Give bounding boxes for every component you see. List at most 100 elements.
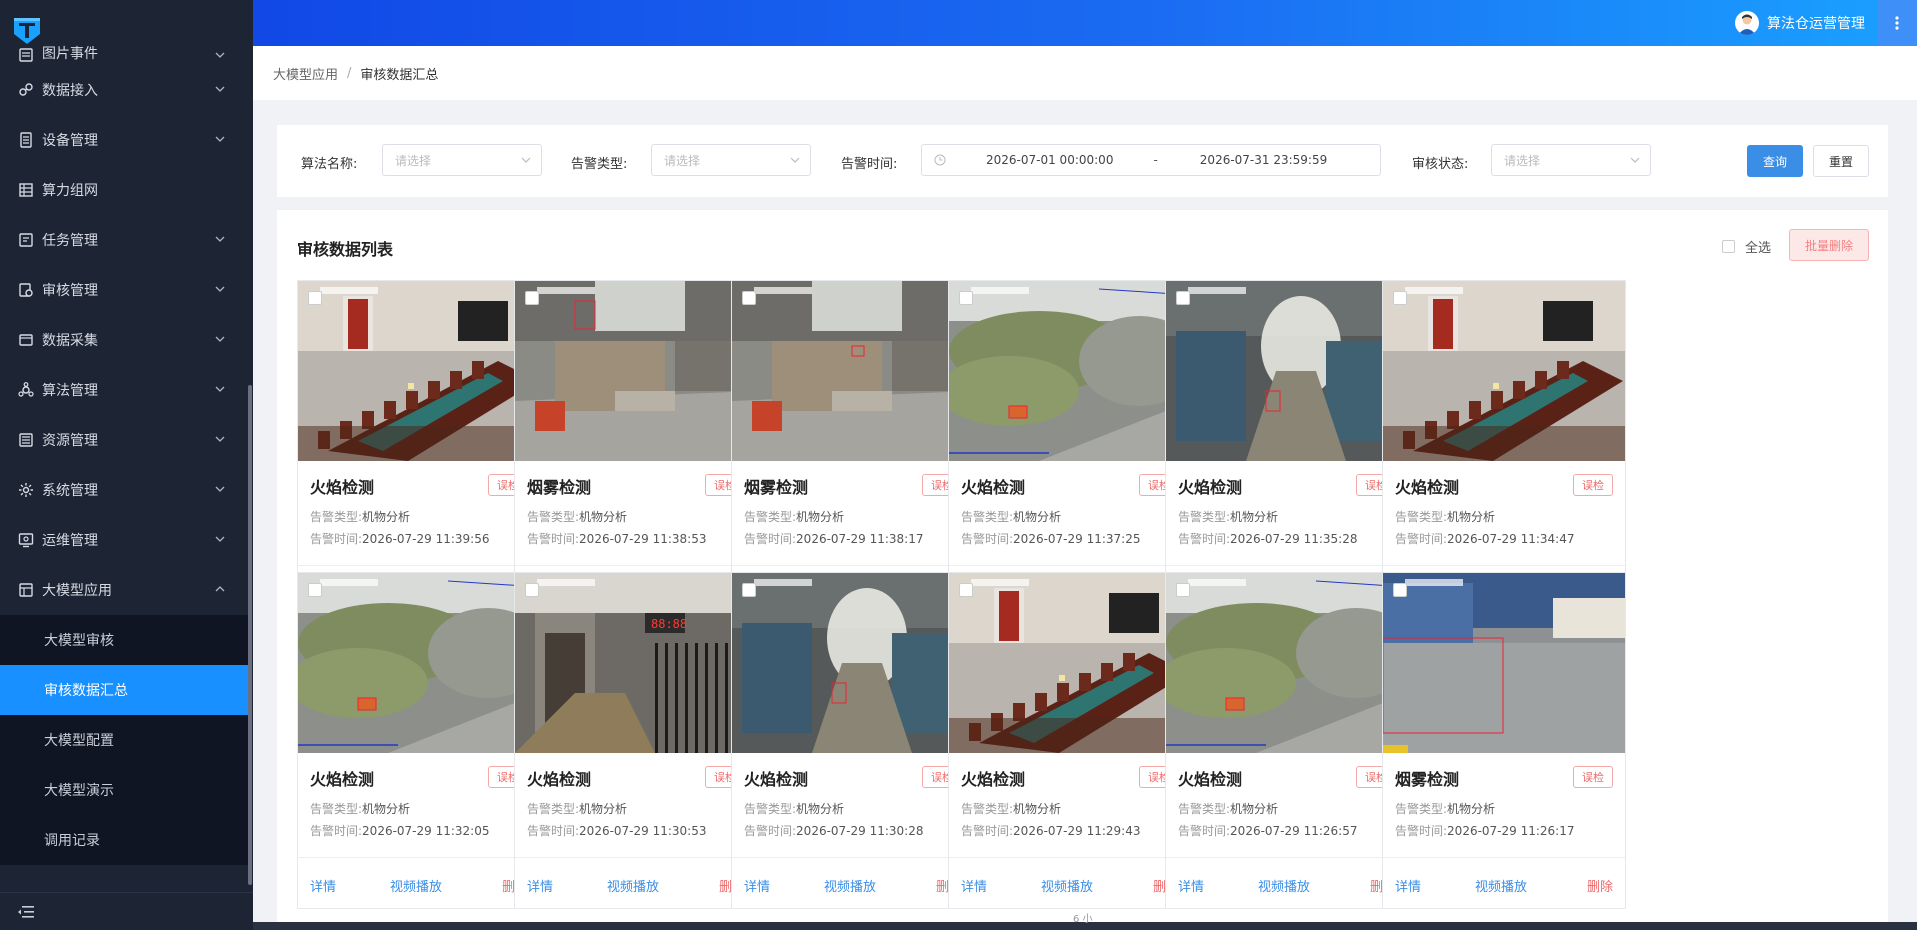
card-checkbox[interactable] bbox=[308, 583, 322, 597]
card-checkbox[interactable] bbox=[742, 291, 756, 305]
sidebar-subitem-0[interactable]: 大模型审核 bbox=[0, 615, 248, 665]
sidebar-item-3[interactable]: 算力组网 bbox=[0, 165, 248, 215]
sidebar-subitem-2[interactable]: 大模型配置 bbox=[0, 715, 248, 765]
alarm-time-value: 2026-07-29 11:34:47 bbox=[1447, 532, 1575, 546]
alarm-type-select[interactable]: 请选择 bbox=[651, 144, 811, 176]
alarm-card[interactable]: 88:88 火焰检测 误检 告警类型:机物分析 告警时间:2026-07-29 11:3… bbox=[514, 572, 758, 909]
card-title: 火焰检测 bbox=[527, 770, 592, 789]
delete-link[interactable]: 删除 bbox=[1587, 876, 1613, 895]
alarm-type-label: 告警类型: bbox=[961, 802, 1014, 816]
card-image[interactable] bbox=[515, 281, 757, 461]
sidebar-item-8[interactable]: 资源管理 bbox=[0, 415, 248, 465]
sidebar-item-5[interactable]: 审核管理 bbox=[0, 265, 248, 315]
alarm-card[interactable]: 火焰检测误检告警类型:机物分析告警时间:2026-07-29 11:37:25详… bbox=[948, 280, 1192, 617]
sidebar-item-10[interactable]: 运维管理 bbox=[0, 515, 248, 565]
video-play-link[interactable]: 视频播放 bbox=[824, 876, 876, 895]
card-checkbox[interactable] bbox=[525, 291, 539, 305]
chevron-down-icon bbox=[215, 336, 225, 342]
alarm-card[interactable]: 火焰检测误检告警类型:机物分析告警时间:2026-07-29 11:35:28详… bbox=[1165, 280, 1409, 617]
card-image[interactable] bbox=[1166, 281, 1408, 461]
card-checkbox[interactable] bbox=[742, 583, 756, 597]
sidebar-item-6[interactable]: 数据采集 bbox=[0, 315, 248, 365]
card-title: 火焰检测 bbox=[310, 770, 375, 789]
sidebar-item-4[interactable]: 任务管理 bbox=[0, 215, 248, 265]
reset-button[interactable]: 重置 bbox=[1813, 145, 1869, 177]
detail-link[interactable]: 详情 bbox=[961, 876, 987, 895]
sidebar-item-0[interactable]: 图片事件 bbox=[0, 45, 248, 65]
detail-link[interactable]: 详情 bbox=[744, 876, 770, 895]
alarm-type-label: 告警类型: bbox=[310, 802, 363, 816]
alarm-card[interactable]: 火焰检测 误检 告警类型:机物分析 告警时间:2026-07-29 11:29:43 详… bbox=[948, 572, 1192, 909]
card-image[interactable] bbox=[949, 573, 1191, 753]
alarm-card[interactable]: 烟雾检测 误检 告警类型:机物分析 告警时间:2026-07-29 11:26:17 详… bbox=[1382, 572, 1626, 909]
detail-link[interactable]: 详情 bbox=[1395, 876, 1421, 895]
alarm-card[interactable]: 烟雾检测误检告警类型:机物分析告警时间:2026-07-29 11:38:53详… bbox=[514, 280, 758, 617]
video-play-link[interactable]: 视频播放 bbox=[1258, 876, 1310, 895]
query-button[interactable]: 查询 bbox=[1747, 145, 1803, 177]
sidebar-item-9[interactable]: 系统管理 bbox=[0, 465, 248, 515]
alarm-card[interactable]: 火焰检测 误检 告警类型:机物分析 告警时间:2026-07-29 11:26:57 详… bbox=[1165, 572, 1409, 909]
sidebar-item-1[interactable]: 数据接入 bbox=[0, 65, 248, 115]
more-button[interactable] bbox=[1877, 0, 1917, 46]
detail-link[interactable]: 详情 bbox=[310, 876, 336, 895]
card-image[interactable] bbox=[298, 573, 540, 753]
card-checkbox[interactable] bbox=[1393, 583, 1407, 597]
card-image[interactable] bbox=[732, 281, 974, 461]
time-start-input[interactable]: 2026-07-01 00:00:00 bbox=[986, 153, 1113, 167]
detail-link[interactable]: 详情 bbox=[527, 876, 553, 895]
card-image[interactable]: 88:88 bbox=[515, 573, 757, 753]
card-checkbox[interactable] bbox=[1176, 583, 1190, 597]
alarm-card[interactable]: 火焰检测 误检 告警类型:机物分析 告警时间:2026-07-29 11:32:05 详… bbox=[297, 572, 541, 909]
user-name: 算法仓运营管理 bbox=[1767, 16, 1865, 32]
alarm-type-label: 告警类型: bbox=[1178, 802, 1231, 816]
card-title: 火焰检测 bbox=[961, 478, 1026, 497]
chevron-down-icon bbox=[215, 236, 225, 242]
alarm-time-label: 告警时间: bbox=[961, 532, 1014, 546]
alarm-time-value: 2026-07-29 11:32:05 bbox=[362, 824, 490, 838]
sidebar-subitem-1[interactable]: 审核数据汇总 bbox=[0, 665, 248, 715]
user-menu[interactable]: 算法仓运营管理 bbox=[1735, 11, 1865, 35]
batch-delete-button[interactable]: 批量删除 bbox=[1789, 229, 1869, 261]
card-checkbox[interactable] bbox=[525, 583, 539, 597]
alarm-time-range-picker[interactable]: 2026-07-01 00:00:00 - 2026-07-31 23:59:5… bbox=[921, 144, 1381, 176]
card-checkbox[interactable] bbox=[1393, 291, 1407, 305]
video-play-link[interactable]: 视频播放 bbox=[390, 876, 442, 895]
card-alarm-time: 告警时间:2026-07-29 11:35:28 bbox=[1178, 530, 1358, 547]
sidebar-item-7[interactable]: 算法管理 bbox=[0, 365, 248, 415]
sidebar-subitem-3[interactable]: 大模型演示 bbox=[0, 765, 248, 815]
alarm-card[interactable]: 火焰检测 误检 告警类型:机物分析 告警时间:2026-07-29 11:30:28 详… bbox=[731, 572, 975, 909]
card-checkbox[interactable] bbox=[959, 291, 973, 305]
sidebar-scrollbar[interactable] bbox=[248, 385, 252, 885]
video-play-link[interactable]: 视频播放 bbox=[607, 876, 659, 895]
algo-select[interactable]: 请选择 bbox=[382, 144, 542, 176]
breadcrumb-parent[interactable]: 大模型应用 bbox=[273, 64, 338, 83]
card-checkbox[interactable] bbox=[308, 291, 322, 305]
sidebar-subitem-4[interactable]: 调用记录 bbox=[0, 815, 248, 865]
alarm-snapshot-image bbox=[1166, 281, 1408, 461]
collapse-sidebar-button[interactable] bbox=[0, 892, 253, 930]
sidebar-item-2[interactable]: 设备管理 bbox=[0, 115, 248, 165]
card-image[interactable] bbox=[1166, 573, 1408, 753]
video-play-link[interactable]: 视频播放 bbox=[1475, 876, 1527, 895]
card-checkbox[interactable] bbox=[1176, 291, 1190, 305]
card-image[interactable] bbox=[298, 281, 540, 461]
card-image[interactable] bbox=[1383, 573, 1625, 753]
select-all-checkbox[interactable]: 全选 bbox=[1722, 237, 1771, 256]
alarm-card[interactable]: 烟雾检测误检告警类型:机物分析告警时间:2026-07-29 11:38:17详… bbox=[731, 280, 975, 617]
sidebar-item-11[interactable]: 大模型应用 bbox=[0, 565, 248, 615]
time-separator: - bbox=[1153, 153, 1158, 167]
detail-link[interactable]: 详情 bbox=[1178, 876, 1204, 895]
card-alarm-type: 告警类型:机物分析 bbox=[744, 508, 844, 525]
card-image[interactable] bbox=[732, 573, 974, 753]
alarm-card[interactable]: 火焰检测误检告警类型:机物分析告警时间:2026-07-29 11:39:56详… bbox=[297, 280, 541, 617]
card-image[interactable] bbox=[1383, 281, 1625, 461]
card-alarm-time: 告警时间:2026-07-29 11:38:53 bbox=[527, 530, 707, 547]
card-checkbox[interactable] bbox=[959, 583, 973, 597]
app-logo-icon[interactable] bbox=[10, 14, 44, 48]
status-badge: 误检 bbox=[1573, 766, 1613, 788]
time-end-input[interactable]: 2026-07-31 23:59:59 bbox=[1200, 153, 1327, 167]
audit-status-select[interactable]: 请选择 bbox=[1491, 144, 1651, 176]
card-image[interactable] bbox=[949, 281, 1191, 461]
alarm-card[interactable]: 火焰检测误检告警类型:机物分析告警时间:2026-07-29 11:34:47详… bbox=[1382, 280, 1626, 617]
video-play-link[interactable]: 视频播放 bbox=[1041, 876, 1093, 895]
